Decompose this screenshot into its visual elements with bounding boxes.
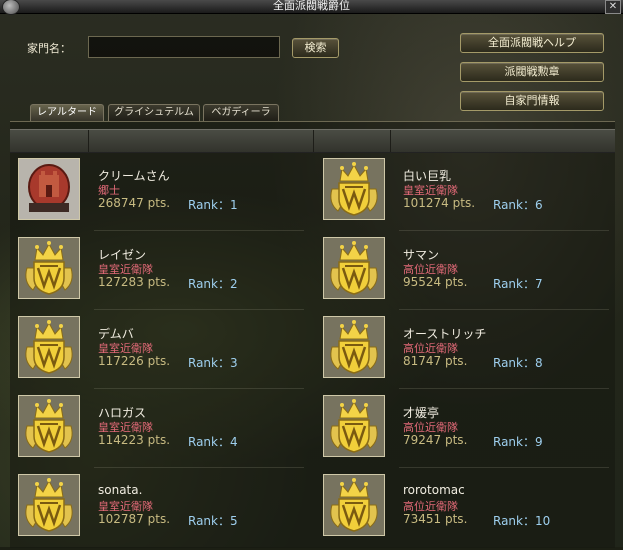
list-item: rorotomac 高位近衛隊 73451 pts. Rank：10 (323, 474, 613, 550)
header-cell (391, 130, 614, 152)
family-rank-number: Rank：7 (493, 277, 543, 291)
search-label: 家門名： (27, 42, 71, 55)
ranking-table: クリームさん 郷士 268747 pts. Rank：1 レイゼン 皇室近衛隊 127283… (10, 121, 615, 548)
row-divider (399, 388, 609, 389)
family-rank-number: Rank：6 (493, 198, 543, 212)
family-emblem-icon[interactable] (323, 316, 385, 378)
row-divider (94, 388, 304, 389)
tab-vegadiera[interactable]: ベガディーラ (203, 104, 279, 121)
family-rank-number: Rank：9 (493, 435, 543, 449)
list-item: 白い巨乳 皇室近衛隊 101274 pts. Rank：6 (323, 158, 613, 234)
row-divider (399, 309, 609, 310)
list-item: ハロガス 皇室近衛隊 114223 pts. Rank：4 (18, 395, 308, 471)
row-divider (399, 230, 609, 231)
family-emblem-icon[interactable] (18, 316, 80, 378)
table-header (10, 129, 615, 153)
family-emblem-icon[interactable] (323, 237, 385, 299)
row-divider (94, 467, 304, 468)
family-rank-number: Rank：4 (188, 435, 238, 449)
family-rank-number: Rank：8 (493, 356, 543, 370)
header-cell (314, 130, 391, 152)
row-divider (399, 467, 609, 468)
family-rank-number: Rank：3 (188, 356, 238, 370)
faction-war-help-button[interactable]: 全面派閥戦ヘルプ (460, 33, 604, 53)
family-emblem-icon[interactable] (323, 158, 385, 220)
list-item: 才媛亭 高位近衛隊 79247 pts. Rank：9 (323, 395, 613, 471)
close-button[interactable]: ✕ (605, 0, 621, 14)
list-item: デムバ 皇室近衛隊 117226 pts. Rank：3 (18, 316, 308, 392)
family-emblem-icon[interactable] (323, 395, 385, 457)
family-name: rorotomac (403, 483, 465, 497)
family-rank-number: Rank：1 (188, 198, 238, 212)
family-points: 79247 pts. (403, 433, 468, 447)
family-points: 102787 pts. (98, 512, 171, 526)
header-cell (89, 130, 314, 152)
family-points: 81747 pts. (403, 354, 468, 368)
header-cell (10, 130, 89, 152)
list-item: サマン 高位近衛隊 95524 pts. Rank：7 (323, 237, 613, 313)
search-button[interactable]: 検索 (292, 38, 339, 58)
own-family-info-button[interactable]: 自家門情報 (460, 91, 604, 111)
list-item: レイゼン 皇室近衛隊 127283 pts. Rank：2 (18, 237, 308, 313)
family-emblem-icon[interactable] (18, 158, 80, 220)
list-item: クリームさん 郷士 268747 pts. Rank：1 (18, 158, 308, 234)
family-emblem-icon[interactable] (18, 395, 80, 457)
family-rank-number: Rank：2 (188, 277, 238, 291)
window-title: 全面派閥戦爵位 (273, 0, 350, 12)
family-points: 114223 pts. (98, 433, 171, 447)
family-points: 117226 pts. (98, 354, 171, 368)
family-emblem-icon[interactable] (18, 474, 80, 536)
tab-glaishteirm[interactable]: グライシュテルム (108, 104, 200, 121)
row-divider (94, 309, 304, 310)
family-points: 268747 pts. (98, 196, 171, 210)
family-points: 127283 pts. (98, 275, 171, 289)
list-item: オーストリッチ 高位近衛隊 81747 pts. Rank：8 (323, 316, 613, 392)
faction-war-medal-button[interactable]: 派閥戦勲章 (460, 62, 604, 82)
family-rank-number: Rank：5 (188, 514, 238, 528)
family-points: 101274 pts. (403, 196, 476, 210)
family-name: sonata. (98, 483, 143, 497)
family-rank-number: Rank：10 (493, 514, 551, 528)
family-emblem-icon[interactable] (323, 474, 385, 536)
family-points: 73451 pts. (403, 512, 468, 526)
family-emblem-icon[interactable] (18, 237, 80, 299)
list-item: sonata. 皇室近衛隊 102787 pts. Rank：5 (18, 474, 308, 550)
tab-realtard[interactable]: レアルタード (30, 104, 104, 121)
family-points: 95524 pts. (403, 275, 468, 289)
row-divider (94, 230, 304, 231)
family-name-input[interactable] (88, 36, 280, 58)
title-bar: 全面派閥戦爵位 ✕ (0, 0, 623, 15)
